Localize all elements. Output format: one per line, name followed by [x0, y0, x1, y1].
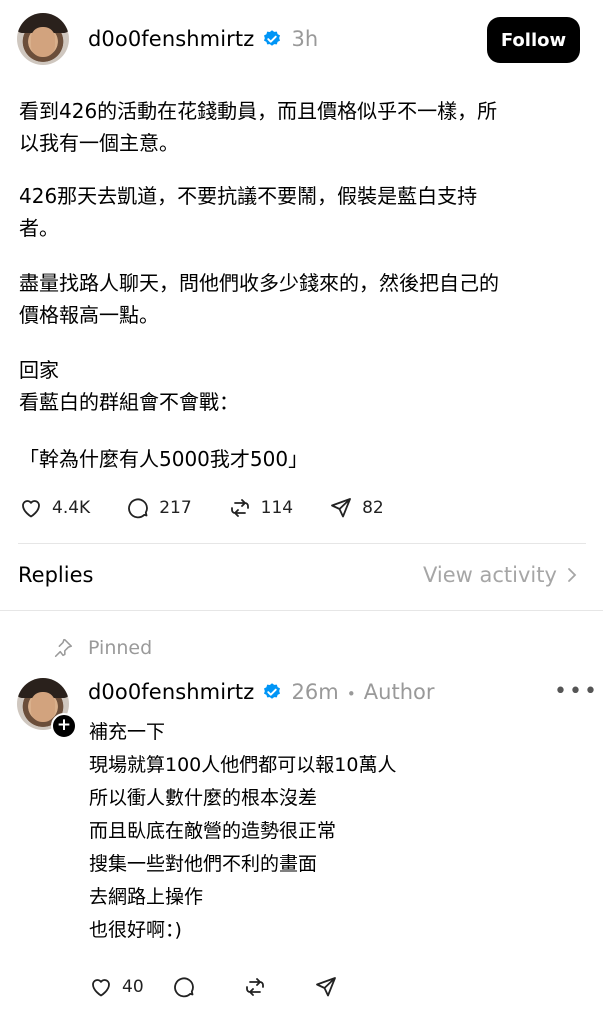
post-paragraph: 盡量找路人聊天，問他們收多少錢來的，然後把自己的 價格報高一點。 [19, 271, 499, 327]
reply-time: 26m [291, 680, 339, 704]
reply-actions: 40 [89, 975, 383, 999]
reply-username[interactable]: d0o0fenshmirtz [88, 680, 254, 704]
like-button[interactable]: 4.4K [19, 496, 90, 520]
reply-text: 補充一下 現場就算100人他們都可以報10萬人 所以衝人數什麼的根本沒差 而且臥… [89, 721, 397, 941]
verified-icon [264, 683, 281, 699]
repost-button[interactable]: 114 [228, 496, 293, 520]
comment-button[interactable]: 217 [126, 496, 192, 520]
pin-icon [54, 638, 73, 658]
replies-label: Replies [18, 563, 94, 587]
divider [0, 610, 603, 611]
comment-button[interactable] [172, 975, 205, 999]
comment-count: 217 [159, 498, 192, 518]
repost-icon [230, 499, 249, 517]
pinned-label: Pinned [88, 637, 153, 659]
follow-button[interactable]: Follow [487, 17, 580, 63]
share-count: 82 [362, 498, 384, 518]
chevron-right-icon [567, 568, 576, 582]
verified-icon [264, 30, 281, 46]
repost-icon [245, 978, 264, 996]
like-button[interactable]: 40 [89, 975, 144, 999]
repost-count: 114 [260, 498, 294, 518]
like-count: 40 [122, 977, 144, 997]
like-count: 4.4K [52, 498, 91, 518]
repost-button[interactable] [243, 975, 276, 999]
heart-icon [22, 500, 40, 518]
divider [18, 543, 586, 544]
view-activity-label: View activity [423, 563, 557, 587]
separator-dot: • [346, 685, 356, 703]
post-actions: 4.4K 217 114 82 [19, 496, 420, 520]
view-activity-link[interactable]: View activity [423, 563, 578, 587]
post-paragraph: 看到426的活動在花錢動員，而且價格似乎不一樣，所 以我有一個主意。 [19, 99, 498, 155]
share-icon [315, 977, 336, 997]
post-header: d0o0fenshmirtz 3h [88, 27, 318, 51]
comment-icon [128, 498, 149, 519]
username[interactable]: d0o0fenshmirtz [88, 27, 254, 51]
comment-icon [173, 977, 194, 998]
author-label: Author [363, 680, 435, 704]
more-options-button[interactable]: ••• [554, 679, 599, 704]
heart-icon [92, 979, 110, 997]
share-button[interactable] [314, 975, 347, 999]
plus-icon[interactable]: + [51, 713, 77, 739]
pinned-indicator: Pinned [52, 637, 152, 659]
share-button[interactable]: 82 [329, 496, 384, 520]
post-paragraph: 426那天去凱道，不要抗議不要鬧，假裝是藍白支持 者。 [19, 184, 478, 240]
post-paragraph: 「幹為什麼有人5000我才500」 [19, 447, 309, 471]
share-icon [331, 498, 351, 518]
post-time: 3h [291, 27, 319, 51]
avatar[interactable] [17, 13, 69, 65]
reply-header: d0o0fenshmirtz 26m • Author [88, 680, 434, 704]
post-paragraph: 回家 看藍白的群組會不會戰： [19, 358, 239, 414]
